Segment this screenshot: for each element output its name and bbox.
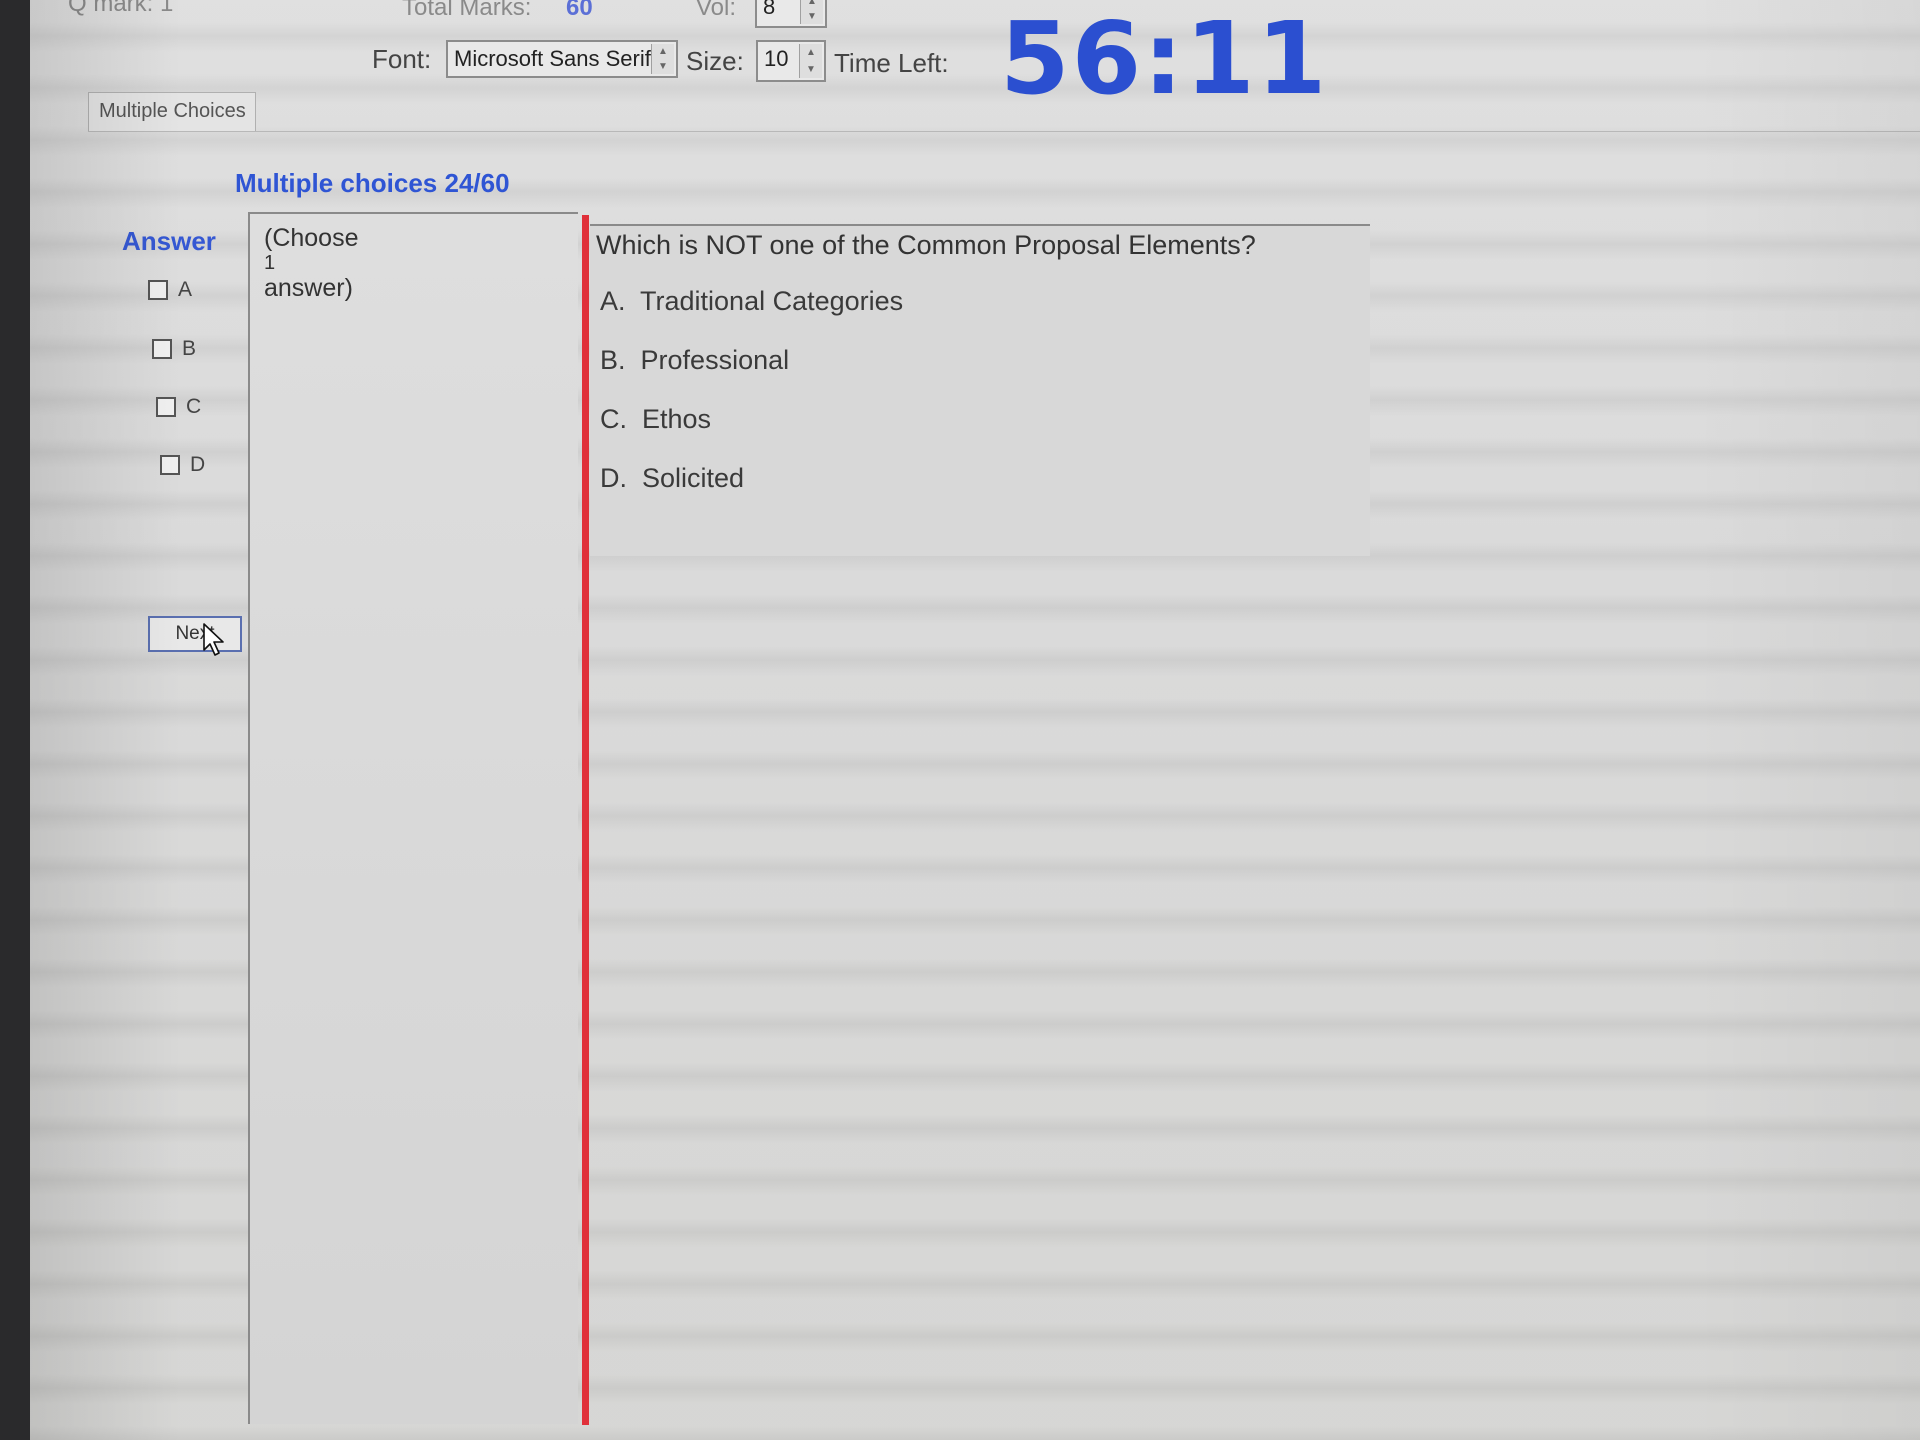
answer-option-d[interactable]: D [160,453,205,477]
option-d-text: Solicited [642,463,745,493]
choose-hint-line2: 1 [264,252,276,274]
font-value: Microsoft Sans Serif [454,46,651,71]
tab-page-border [88,131,1920,132]
total-marks-value: 60 [566,0,593,21]
size-value: 10 [764,46,789,71]
option-a: A. Traditional Categories [600,286,903,317]
font-spin-arrows[interactable]: ▲ ▼ [651,44,674,74]
vol-spin-arrows[interactable]: ▲ ▼ [800,0,823,24]
size-spinner[interactable]: 10 ▲ ▼ [756,40,826,82]
vol-spinner[interactable]: 8 ▲ ▼ [755,0,827,28]
font-selector[interactable]: Microsoft Sans Serif ▲ ▼ [446,40,678,78]
vol-label: Vol: [696,0,737,21]
red-divider [582,215,589,1425]
checkbox-c-label: C [186,395,202,418]
time-left-label: Time Left: [834,48,949,78]
mouse-pointer-icon [203,623,224,656]
question-panel: Which is NOT one of the Common Proposal … [590,224,1370,556]
tab-multiple-choices[interactable]: Multiple Choices [88,92,256,132]
checkbox-c[interactable] [156,397,176,417]
answer-heading: Answer [122,226,216,256]
checkbox-a[interactable] [148,280,168,300]
checkbox-a-label: A [178,278,193,301]
answer-option-b[interactable]: B [152,337,196,361]
tab-label: Multiple Choices [99,100,246,122]
option-c-letter: C. [600,404,627,434]
option-b-letter: B. [600,345,626,375]
choose-hint-line3: answer) [264,274,353,302]
section-title: Multiple choices 24/60 [235,168,510,198]
question-text: Which is NOT one of the Common Proposal … [596,230,1256,260]
option-b: B. Professional [600,345,789,376]
size-spin-arrows[interactable]: ▲ ▼ [799,44,822,78]
size-label: Size: [686,46,744,76]
answer-option-c[interactable]: C [156,395,201,419]
font-label: Font: [372,44,432,74]
option-a-text: Traditional Categories [640,286,904,316]
option-b-text: Professional [640,345,790,375]
vol-value: 8 [763,0,776,19]
option-a-letter: A. [600,286,626,316]
choose-hint: (Choose 1 answer) [264,224,359,302]
option-d-letter: D. [600,463,627,493]
checkbox-b[interactable] [152,339,172,359]
timer-display: 56:11 [1000,0,1329,117]
option-d: D. Solicited [600,463,744,494]
option-c-text: Ethos [642,404,712,434]
checkbox-b-label: B [182,337,197,360]
checkbox-d-label: D [190,453,206,476]
exam-window: Q mark: 1 Total Marks: 60 Vol: 8 ▲ ▼ Font… [30,0,1920,1440]
total-marks-label: Total Marks: [402,0,532,21]
choose-hint-panel: (Choose 1 answer) [248,212,578,1424]
checkbox-d[interactable] [160,455,180,475]
choose-hint-line1: (Choose [264,224,359,252]
option-c: C. Ethos [600,404,711,435]
q-mark-label: Q mark: 1 [68,0,174,17]
answer-option-a[interactable]: A [148,278,192,302]
